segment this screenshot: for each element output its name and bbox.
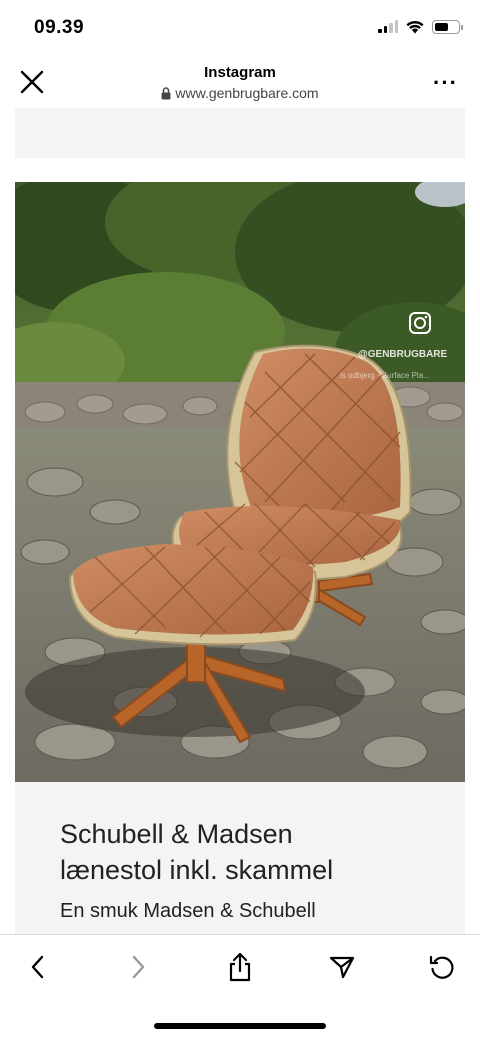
back-button[interactable]: [20, 949, 56, 985]
page-content: @GENBRUGBARE is odbjerg · Surface Pla...…: [0, 108, 480, 934]
battery-icon: [432, 19, 463, 34]
browser-toolbar: [0, 934, 480, 1039]
more-options-icon[interactable]: ···: [433, 70, 458, 96]
send-button[interactable]: [324, 949, 360, 985]
browser-header: Instagram www.genbrugbare.com ···: [0, 56, 480, 108]
lock-icon: [161, 86, 171, 99]
browser-title: Instagram: [204, 64, 276, 81]
status-icons: [378, 19, 463, 34]
wifi-icon: [406, 20, 424, 34]
product-image[interactable]: @GENBRUGBARE is odbjerg · Surface Pla...: [15, 182, 465, 782]
product-title-line1: Schubell & Madsen: [60, 819, 293, 849]
forward-icon: [132, 955, 145, 979]
chair-photo: @GENBRUGBARE is odbjerg · Surface Pla...: [15, 182, 465, 782]
send-icon: [329, 956, 355, 979]
header-center: Instagram www.genbrugbare.com: [0, 64, 480, 105]
url-bar[interactable]: www.genbrugbare.com: [161, 85, 319, 101]
reload-button[interactable]: [424, 949, 460, 985]
url-text: www.genbrugbare.com: [175, 85, 319, 101]
reload-icon: [429, 955, 454, 979]
signal-icon: [378, 20, 398, 33]
share-icon: [229, 952, 251, 982]
product-title-line2: lænestol inkl. skammel: [60, 855, 334, 885]
back-icon: [31, 955, 44, 979]
product-card: Schubell & Madsen lænestol inkl. skammel…: [15, 782, 465, 934]
forward-button[interactable]: [120, 949, 156, 985]
product-description: En smuk Madsen & Schubell: [60, 900, 316, 922]
share-button[interactable]: [222, 949, 258, 985]
home-indicator[interactable]: [154, 1023, 326, 1029]
watermark-sub: is odbjerg · Surface Pla...: [340, 371, 430, 380]
previous-card: [15, 108, 465, 158]
watermark-handle: @GENBRUGBARE: [358, 349, 448, 360]
status-bar: 09.39: [0, 0, 480, 56]
status-time: 09.39: [34, 17, 85, 38]
